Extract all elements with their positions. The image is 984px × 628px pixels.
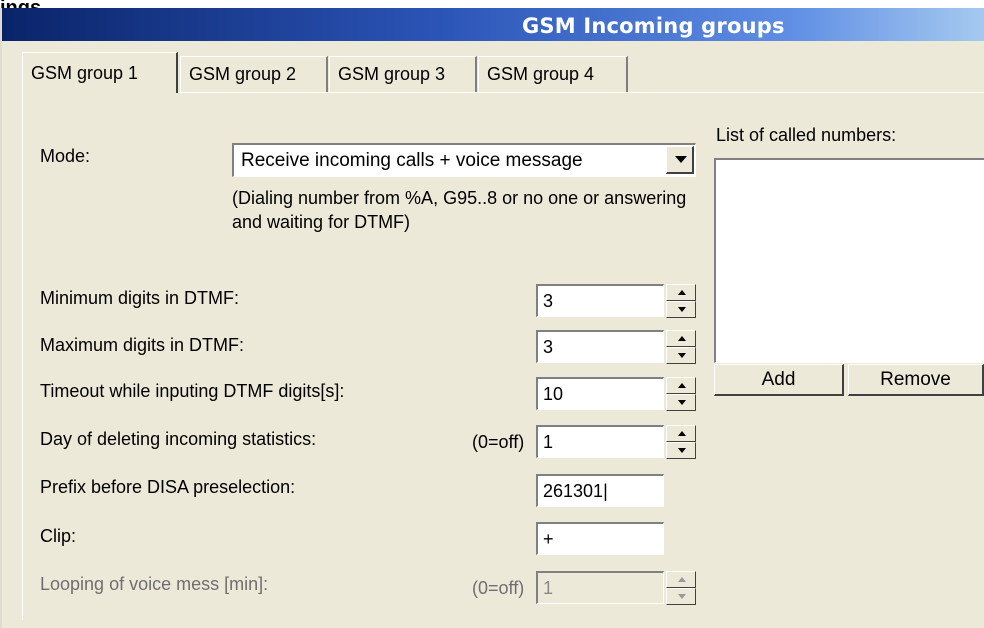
spin-up-icon[interactable] <box>666 377 696 394</box>
spin-down-icon <box>666 588 696 605</box>
timeout-spinner[interactable] <box>666 377 696 411</box>
delete-day-value: 1 <box>543 432 554 452</box>
prefix-value: 261301| <box>543 481 608 501</box>
spin-up-icon[interactable] <box>666 330 696 347</box>
looping-label: Looping of voice mess [min]: <box>40 574 269 594</box>
delete-day-label: Day of deleting incoming statistics: <box>40 429 317 449</box>
spin-up-icon[interactable] <box>666 425 696 442</box>
delete-day-field[interactable]: 1 <box>536 425 664 458</box>
tab-gsm-group-2[interactable]: GSM group 2 <box>180 56 328 92</box>
prefix-label: Prefix before DISA preselection: <box>40 477 296 497</box>
max-digits-field[interactable]: 3 <box>536 330 664 363</box>
clip-field[interactable]: + <box>536 522 664 555</box>
spin-up-icon[interactable] <box>666 284 696 301</box>
min-digits-field[interactable]: 3 <box>536 284 664 317</box>
max-digits-label: Maximum digits in DTMF: <box>40 335 245 355</box>
delete-day-hint: (0=off) <box>472 432 525 452</box>
tab-gsm-group-4[interactable]: GSM group 4 <box>478 56 628 92</box>
timeout-label: Timeout while inputing DTMF digits[s]: <box>40 381 345 401</box>
max-digits-spinner[interactable] <box>666 330 696 364</box>
spin-down-icon[interactable] <box>666 394 696 411</box>
timeout-value: 10 <box>543 384 564 404</box>
spin-up-icon <box>666 571 696 588</box>
mode-label: Mode: <box>40 146 91 166</box>
remove-button[interactable]: Remove <box>848 364 984 396</box>
window-title: GSM Incoming groups <box>522 14 785 38</box>
mode-select[interactable]: Receive incoming calls + voice message <box>232 143 696 177</box>
dropdown-arrow-icon[interactable] <box>666 146 694 174</box>
looping-hint: (0=off) <box>472 578 525 598</box>
called-numbers-list[interactable] <box>714 158 984 363</box>
clip-value: + <box>543 529 554 549</box>
delete-day-spinner[interactable] <box>666 425 696 459</box>
spin-down-icon[interactable] <box>666 442 696 459</box>
max-digits-value: 3 <box>543 337 554 357</box>
called-numbers-label: List of called numbers: <box>716 125 897 145</box>
looping-value: 1 <box>543 578 554 598</box>
looping-field: 1 <box>536 571 664 604</box>
mode-description: (Dialing number from %A, G95..8 or no on… <box>232 188 687 232</box>
spin-down-icon[interactable] <box>666 347 696 364</box>
min-digits-label: Minimum digits in DTMF: <box>40 288 240 308</box>
timeout-field[interactable]: 10 <box>536 377 664 410</box>
tab-gsm-group-1[interactable]: GSM group 1 <box>22 52 178 93</box>
prefix-field[interactable]: 261301| <box>536 474 664 507</box>
mode-select-value: Receive incoming calls + voice message <box>241 150 583 171</box>
title-bar[interactable]: GSM Incoming groups <box>2 8 984 41</box>
min-digits-spinner[interactable] <box>666 284 696 318</box>
min-digits-value: 3 <box>543 291 554 311</box>
spin-down-icon[interactable] <box>666 301 696 318</box>
clip-label: Clip: <box>40 526 77 546</box>
looping-spinner <box>666 571 696 605</box>
tab-gsm-group-3[interactable]: GSM group 3 <box>329 56 477 92</box>
add-button[interactable]: Add <box>714 364 844 396</box>
